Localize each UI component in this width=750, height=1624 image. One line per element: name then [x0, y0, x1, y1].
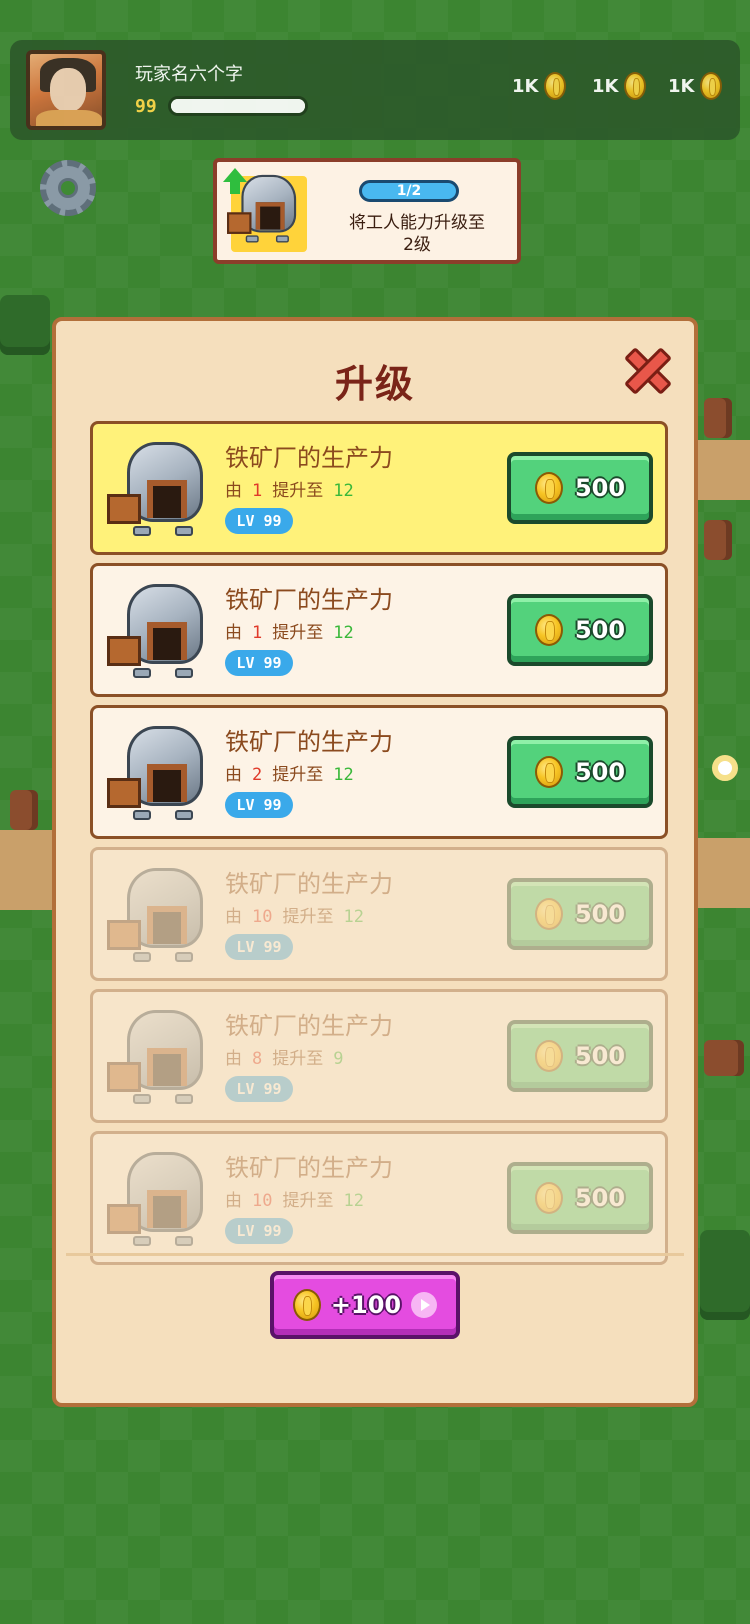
tree-decoration: [700, 1230, 750, 1320]
row-title: 铁矿厂的生产力: [225, 444, 393, 472]
upgrade-row: 铁矿厂的生产力 由 1 提升至 12 LV 99 500: [90, 563, 668, 697]
buy-button-disabled: 500: [507, 1020, 653, 1092]
upgrade-row-locked: 铁矿厂的生产力 由 10 提升至 12 LV 99 500: [90, 847, 668, 981]
coin-icon: [534, 1182, 563, 1214]
panel-title: 升级: [334, 362, 415, 406]
from-value: 1: [252, 623, 263, 643]
from-value: 8: [252, 1049, 263, 1069]
coin-icon: [534, 472, 563, 504]
iron-mine-icon: [107, 1148, 207, 1252]
coin-icon: [534, 1040, 563, 1072]
to-value: 9: [333, 1049, 344, 1069]
from-value: 1: [252, 481, 263, 501]
row-title: 铁矿厂的生产力: [225, 586, 393, 614]
upgrade-list: 铁矿厂的生产力 由 1 提升至 12 LV 99 500 铁矿厂的生产力 由 1…: [90, 421, 668, 1273]
play-icon: [411, 1292, 438, 1318]
to-value: 12: [343, 1191, 364, 1211]
iron-mine-icon: [107, 1006, 207, 1110]
buy-button[interactable]: 500: [507, 594, 653, 666]
price: 500: [574, 474, 626, 502]
iron-mine-icon: [107, 722, 207, 826]
from-value: 10: [252, 907, 273, 927]
upgrade-arrow-icon: [223, 168, 247, 182]
from-value: 2: [252, 765, 263, 785]
from-value: 10: [252, 1191, 273, 1211]
level-badge: LV 99: [225, 934, 293, 960]
price: 500: [574, 900, 626, 928]
coin-icon: [534, 898, 563, 930]
dirt-path-decoration: [698, 838, 750, 908]
stump-decoration: [704, 520, 732, 560]
buy-button[interactable]: 500: [507, 452, 653, 524]
avatar[interactable]: [26, 50, 106, 130]
currency-1[interactable]: 1K: [512, 72, 567, 100]
row-level-change: 由 2 提升至 12: [225, 765, 354, 785]
price: 500: [574, 616, 626, 644]
player-level: 99: [135, 96, 157, 117]
iron-mine-icon: [107, 438, 207, 542]
upgrade-row: 铁矿厂的生产力 由 2 提升至 12 LV 99 500: [90, 705, 668, 839]
flower-decoration: [712, 755, 738, 781]
row-level-change: 由 10 提升至 12: [225, 907, 364, 927]
coin-icon: [292, 1289, 321, 1321]
row-level-change: 由 1 提升至 12: [225, 481, 354, 501]
to-value: 12: [333, 623, 354, 643]
upgrade-row-locked: 铁矿厂的生产力 由 10 提升至 12 LV 99 500: [90, 1131, 668, 1265]
watch-ad-bonus-button[interactable]: +100: [270, 1271, 460, 1339]
row-title: 铁矿厂的生产力: [225, 1154, 393, 1182]
upgrade-row: 铁矿厂的生产力 由 1 提升至 12 LV 99 500: [90, 421, 668, 555]
task-progress: 1/2: [359, 180, 459, 202]
price: 500: [574, 1042, 626, 1070]
xp-progress-bar: [168, 96, 308, 116]
tree-decoration: [0, 295, 50, 355]
close-button[interactable]: [620, 343, 676, 399]
row-title: 铁矿厂的生产力: [225, 1012, 393, 1040]
row-title: 铁矿厂的生产力: [225, 728, 393, 756]
to-value: 12: [333, 765, 354, 785]
buy-button-disabled: 500: [507, 878, 653, 950]
currency-2[interactable]: 1K: [592, 72, 647, 100]
coin-icon: [534, 614, 563, 646]
currency-amount: 1K: [592, 75, 619, 97]
stump-decoration: [704, 1040, 744, 1076]
upgrade-panel: 升级 铁矿厂的生产力 由 1 提升至 12 LV 99 500 铁矿厂的生产力 …: [52, 317, 698, 1407]
to-value: 12: [343, 907, 364, 927]
coin-icon: [534, 756, 563, 788]
buy-button-disabled: 500: [507, 1162, 653, 1234]
level-badge: LV 99: [225, 1076, 293, 1102]
level-badge: LV 99: [225, 650, 293, 676]
iron-mine-icon: [107, 580, 207, 684]
iron-mine-icon: [107, 864, 207, 968]
player-name: 玩家名六个字: [135, 64, 243, 85]
currency-amount: 1K: [668, 75, 695, 97]
coin-icon: [624, 72, 647, 100]
task-description: 将工人能力升级至 2级: [349, 213, 485, 255]
level-badge: LV 99: [225, 1218, 293, 1244]
row-level-change: 由 10 提升至 12: [225, 1191, 364, 1211]
stump-decoration: [704, 398, 732, 438]
level-badge: LV 99: [225, 508, 293, 534]
iron-mine-thumbnail: [227, 174, 307, 252]
coin-icon: [700, 72, 723, 100]
upgrade-row-locked: 铁矿厂的生产力 由 8 提升至 9 LV 99 500: [90, 989, 668, 1123]
task-card[interactable]: 1/2 将工人能力升级至 2级: [213, 158, 521, 264]
row-title: 铁矿厂的生产力: [225, 870, 393, 898]
level-badge: LV 99: [225, 792, 293, 818]
bonus-amount: +100: [330, 1291, 402, 1319]
currency-amount: 1K: [512, 75, 539, 97]
price: 500: [574, 758, 626, 786]
player-info-bar: 玩家名六个字 99 1K 1K 1K: [10, 40, 740, 140]
to-value: 12: [333, 481, 354, 501]
divider: [66, 1253, 684, 1256]
dirt-path-decoration: [0, 830, 52, 910]
price: 500: [574, 1184, 626, 1212]
row-level-change: 由 8 提升至 9: [225, 1049, 344, 1069]
buy-button[interactable]: 500: [507, 736, 653, 808]
dirt-path-decoration: [698, 440, 750, 500]
row-level-change: 由 1 提升至 12: [225, 623, 354, 643]
gear-icon[interactable]: [40, 160, 96, 216]
currency-3[interactable]: 1K: [668, 72, 723, 100]
stump-decoration: [10, 790, 38, 830]
coin-icon: [544, 72, 567, 100]
